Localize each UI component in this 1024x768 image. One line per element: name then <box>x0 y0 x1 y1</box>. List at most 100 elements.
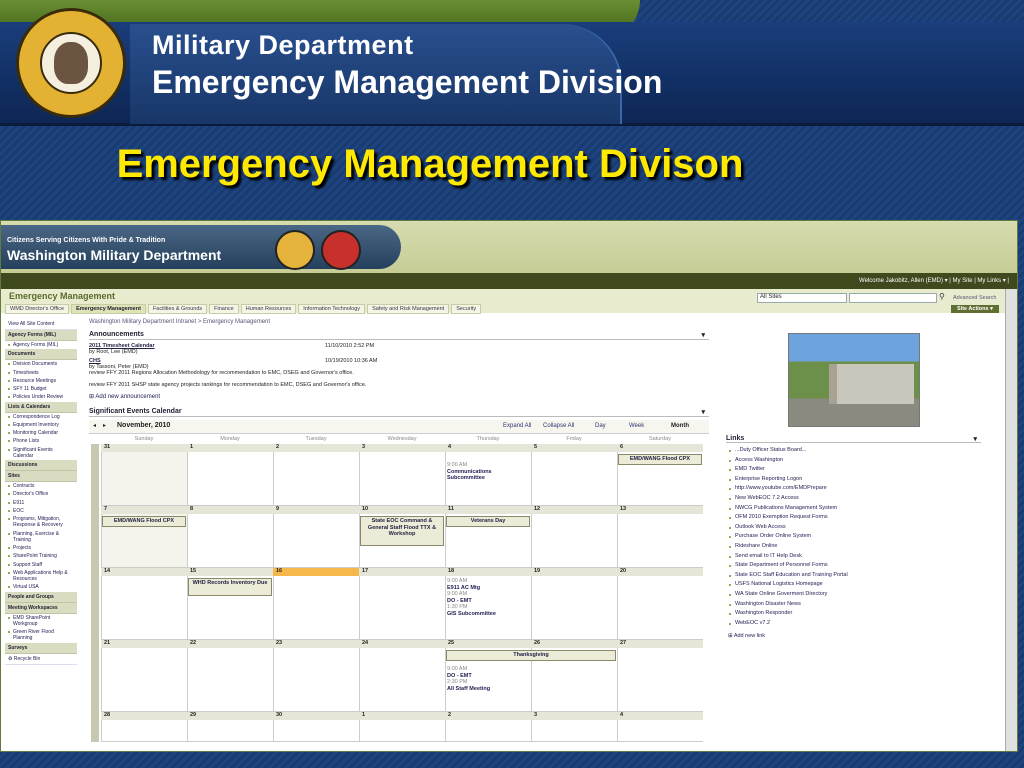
event-title[interactable]: GIS Subcommittee <box>447 611 529 618</box>
nav-item[interactable]: Web Applications Help & Resources <box>5 569 77 584</box>
nav-item[interactable]: E911 <box>5 499 77 507</box>
nav-item[interactable]: Phone Lists <box>5 437 77 445</box>
nav-item[interactable]: Contracts <box>5 482 77 490</box>
calendar-day-cell[interactable] <box>101 452 187 506</box>
site-actions-button[interactable]: Site Actions ▾ <box>951 305 999 313</box>
nav-item[interactable]: EOC <box>5 507 77 515</box>
calendar-day-number[interactable]: 21 <box>101 640 187 648</box>
nav-group-heading[interactable]: Lists & Calendars <box>5 401 77 413</box>
link-item[interactable]: Rideshare Online <box>728 543 848 553</box>
calendar-day-number[interactable]: 25 <box>445 640 531 648</box>
event-title[interactable]: DO - EMT <box>447 598 529 605</box>
nav-item[interactable]: Equipment Inventory <box>5 421 77 429</box>
link-item[interactable]: Enterprise Reporting Logon <box>728 476 848 486</box>
calendar-day-number[interactable]: 13 <box>617 506 703 514</box>
nav-group-heading[interactable]: Sites <box>5 471 77 482</box>
calendar-day-number[interactable]: 15 <box>187 568 273 576</box>
calendar-day-cell[interactable] <box>617 514 703 568</box>
nav-item[interactable]: Policies Under Review <box>5 393 77 401</box>
advanced-search-link[interactable]: Advanced Search <box>953 295 996 301</box>
link-item[interactable]: Washington Responder <box>728 610 848 620</box>
nav-group-heading[interactable]: Surveys <box>5 642 77 654</box>
calendar-day-number[interactable]: 4 <box>445 444 531 452</box>
calendar-day-number[interactable]: 18 <box>445 568 531 576</box>
calendar-day-cell[interactable] <box>359 720 445 742</box>
calendar-day-cell[interactable] <box>101 720 187 742</box>
nav-item[interactable]: Agency Forms (MIL) <box>5 341 77 349</box>
week-handle[interactable] <box>91 444 99 506</box>
calendar-day-number[interactable]: 24 <box>359 640 445 648</box>
next-month-icon[interactable]: ▸ <box>103 422 106 429</box>
week-view-button[interactable]: Week <box>629 423 644 429</box>
nav-item[interactable]: Correspondence Log <box>5 413 77 421</box>
calendar-day-number[interactable]: 1 <box>359 712 445 720</box>
nav-item[interactable]: Significant Events Calendar <box>5 446 77 461</box>
nav-item[interactable]: Timesheets <box>5 369 77 377</box>
calendar-day-number[interactable]: 26 <box>531 640 617 648</box>
announcements-title[interactable]: Announcements ▾ <box>89 331 709 340</box>
nav-item[interactable]: Programs, Mitigation, Response & Recover… <box>5 515 77 530</box>
nav-group-heading[interactable]: People and Groups <box>5 591 77 603</box>
prev-month-icon[interactable]: ◂ <box>93 422 96 429</box>
calendar-day-number[interactable]: 3 <box>531 712 617 720</box>
calendar-day-cell[interactable] <box>187 720 273 742</box>
tab-6[interactable]: Safety and Risk Management <box>367 304 450 314</box>
link-item[interactable]: Purchase Order Online System <box>728 533 848 543</box>
links-title[interactable]: Links ▾ <box>726 435 981 443</box>
calendar-day-number[interactable]: 6 <box>617 444 703 452</box>
calendar-day-cell[interactable] <box>273 514 359 568</box>
calendar-day-number[interactable]: 2 <box>273 444 359 452</box>
nav-group-heading[interactable]: Documents <box>5 349 77 361</box>
calendar-day-number[interactable]: 19 <box>531 568 617 576</box>
tab-5[interactable]: Information Technology <box>298 304 366 314</box>
calendar-day-number[interactable]: 27 <box>617 640 703 648</box>
calendar-day-cell[interactable] <box>617 576 703 640</box>
calendar-day-number[interactable]: 7 <box>101 506 187 514</box>
tab-2[interactable]: Facilities & Grounds <box>147 304 208 314</box>
calendar-day-number[interactable]: 17 <box>359 568 445 576</box>
calendar-day-cell[interactable] <box>273 720 359 742</box>
calendar-day-number[interactable]: 9 <box>273 506 359 514</box>
collapse-all-link[interactable]: Collapse All <box>543 423 574 429</box>
calendar-day-cell[interactable] <box>531 514 617 568</box>
link-item[interactable]: USFS National Logistics Homepage <box>728 581 848 591</box>
tab-0[interactable]: WMD Director's Office <box>5 304 70 314</box>
calendar-day-cell[interactable] <box>617 720 703 742</box>
calendar-day-number[interactable]: 20 <box>617 568 703 576</box>
link-item[interactable]: NWCG Publications Management System <box>728 505 848 515</box>
calendar-event[interactable]: State EOC Command & General Staff Flood … <box>360 516 444 546</box>
event-title[interactable]: DO - EMT <box>447 673 529 680</box>
search-icon[interactable]: ⚲ <box>939 292 945 301</box>
calendar-day-cell[interactable] <box>273 648 359 712</box>
calendar-day-cell[interactable] <box>531 452 617 506</box>
link-item[interactable]: Send email to IT Help Desk <box>728 553 848 563</box>
nav-group-heading[interactable]: Meeting Workspaces <box>5 602 77 614</box>
nav-item[interactable]: SharePoint Training <box>5 552 77 560</box>
site-title[interactable]: Emergency Management <box>9 291 115 301</box>
calendar-day-number[interactable]: 30 <box>273 712 359 720</box>
calendar-day-cell[interactable] <box>531 576 617 640</box>
tab-4[interactable]: Human Resources <box>240 304 297 314</box>
calendar-day-cell[interactable] <box>101 648 187 712</box>
add-announcement-link[interactable]: ⊞ Add new announcement <box>89 393 709 400</box>
link-item[interactable]: Outlook Web Access <box>728 524 848 534</box>
link-item[interactable]: ...Duty Officer Status Board... <box>728 447 848 457</box>
link-item[interactable]: OFM 2010 Exemption Request Forms <box>728 514 848 524</box>
search-input[interactable] <box>849 293 937 303</box>
link-item[interactable]: State Department of Personnel Forms <box>728 562 848 572</box>
calendar-event[interactable]: EMD/WANG Flood CPX <box>618 454 702 465</box>
calendar-day-number[interactable]: 31 <box>101 444 187 452</box>
tab-7[interactable]: Security <box>451 304 482 314</box>
week-handle[interactable] <box>91 568 99 640</box>
calendar-day-cell[interactable] <box>187 514 273 568</box>
nav-item[interactable]: Monitoring Calendar <box>5 429 77 437</box>
calendar-event[interactable]: Veterans Day <box>446 516 530 527</box>
calendar-day-number[interactable]: 10 <box>359 506 445 514</box>
link-item[interactable]: Washington Disaster News <box>728 601 848 611</box>
calendar-day-number[interactable]: 8 <box>187 506 273 514</box>
add-link-link[interactable]: ⊞ Add new link <box>728 633 848 639</box>
calendar-day-cell[interactable] <box>445 720 531 742</box>
nav-item[interactable]: Virtual USA <box>5 583 77 591</box>
calendar-day-cell[interactable] <box>359 452 445 506</box>
tab-1[interactable]: Emergency Management <box>71 304 146 314</box>
